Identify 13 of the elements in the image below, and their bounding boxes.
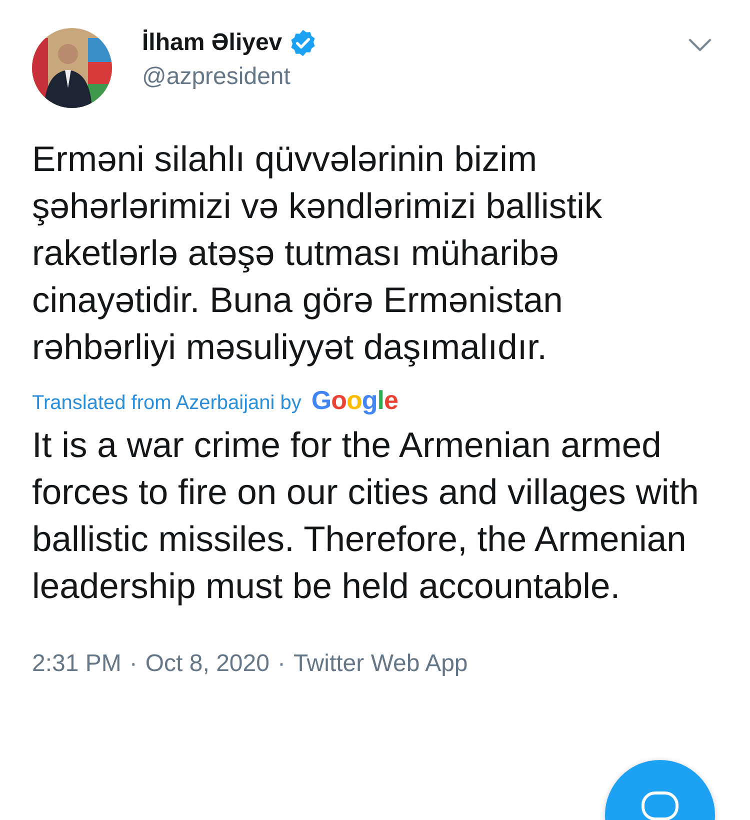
tweet-text: Erməni silahlı qüvvələrinin bizim şəhərlərimizi və kəndlərimizi ballistik raketlərlə atəşə tutması müharibə cinayətidir. Buna görə Ermənistan rəhbərliyi məsuliyyət daşımalıdır. <box>32 138 604 369</box>
author-handle[interactable]: @azpresident <box>142 60 290 94</box>
tweet-meta: Oct 8, 2020 <box>145 650 270 678</box>
author-name[interactable]: İlham Əliyev <box>142 26 282 60</box>
translator-logo: Google <box>311 385 398 416</box>
translation-note[interactable]: Translated from Azerbaijani by <box>32 392 302 415</box>
separator-dot: · <box>277 650 286 678</box>
chevron-down-icon[interactable] <box>688 38 712 52</box>
separator-dot: · <box>129 650 138 678</box>
chat-bubble-icon <box>640 790 680 820</box>
tweet-meta[interactable]: Twitter Web App <box>293 650 468 678</box>
tweet-meta: 2:31 PM <box>32 650 122 678</box>
translated-text: It is a war crime for the Armenian armed forces to fire on our cities and villages with ballistic missiles. Therefore, the Armenian leadership must be held accountable. <box>32 424 700 608</box>
